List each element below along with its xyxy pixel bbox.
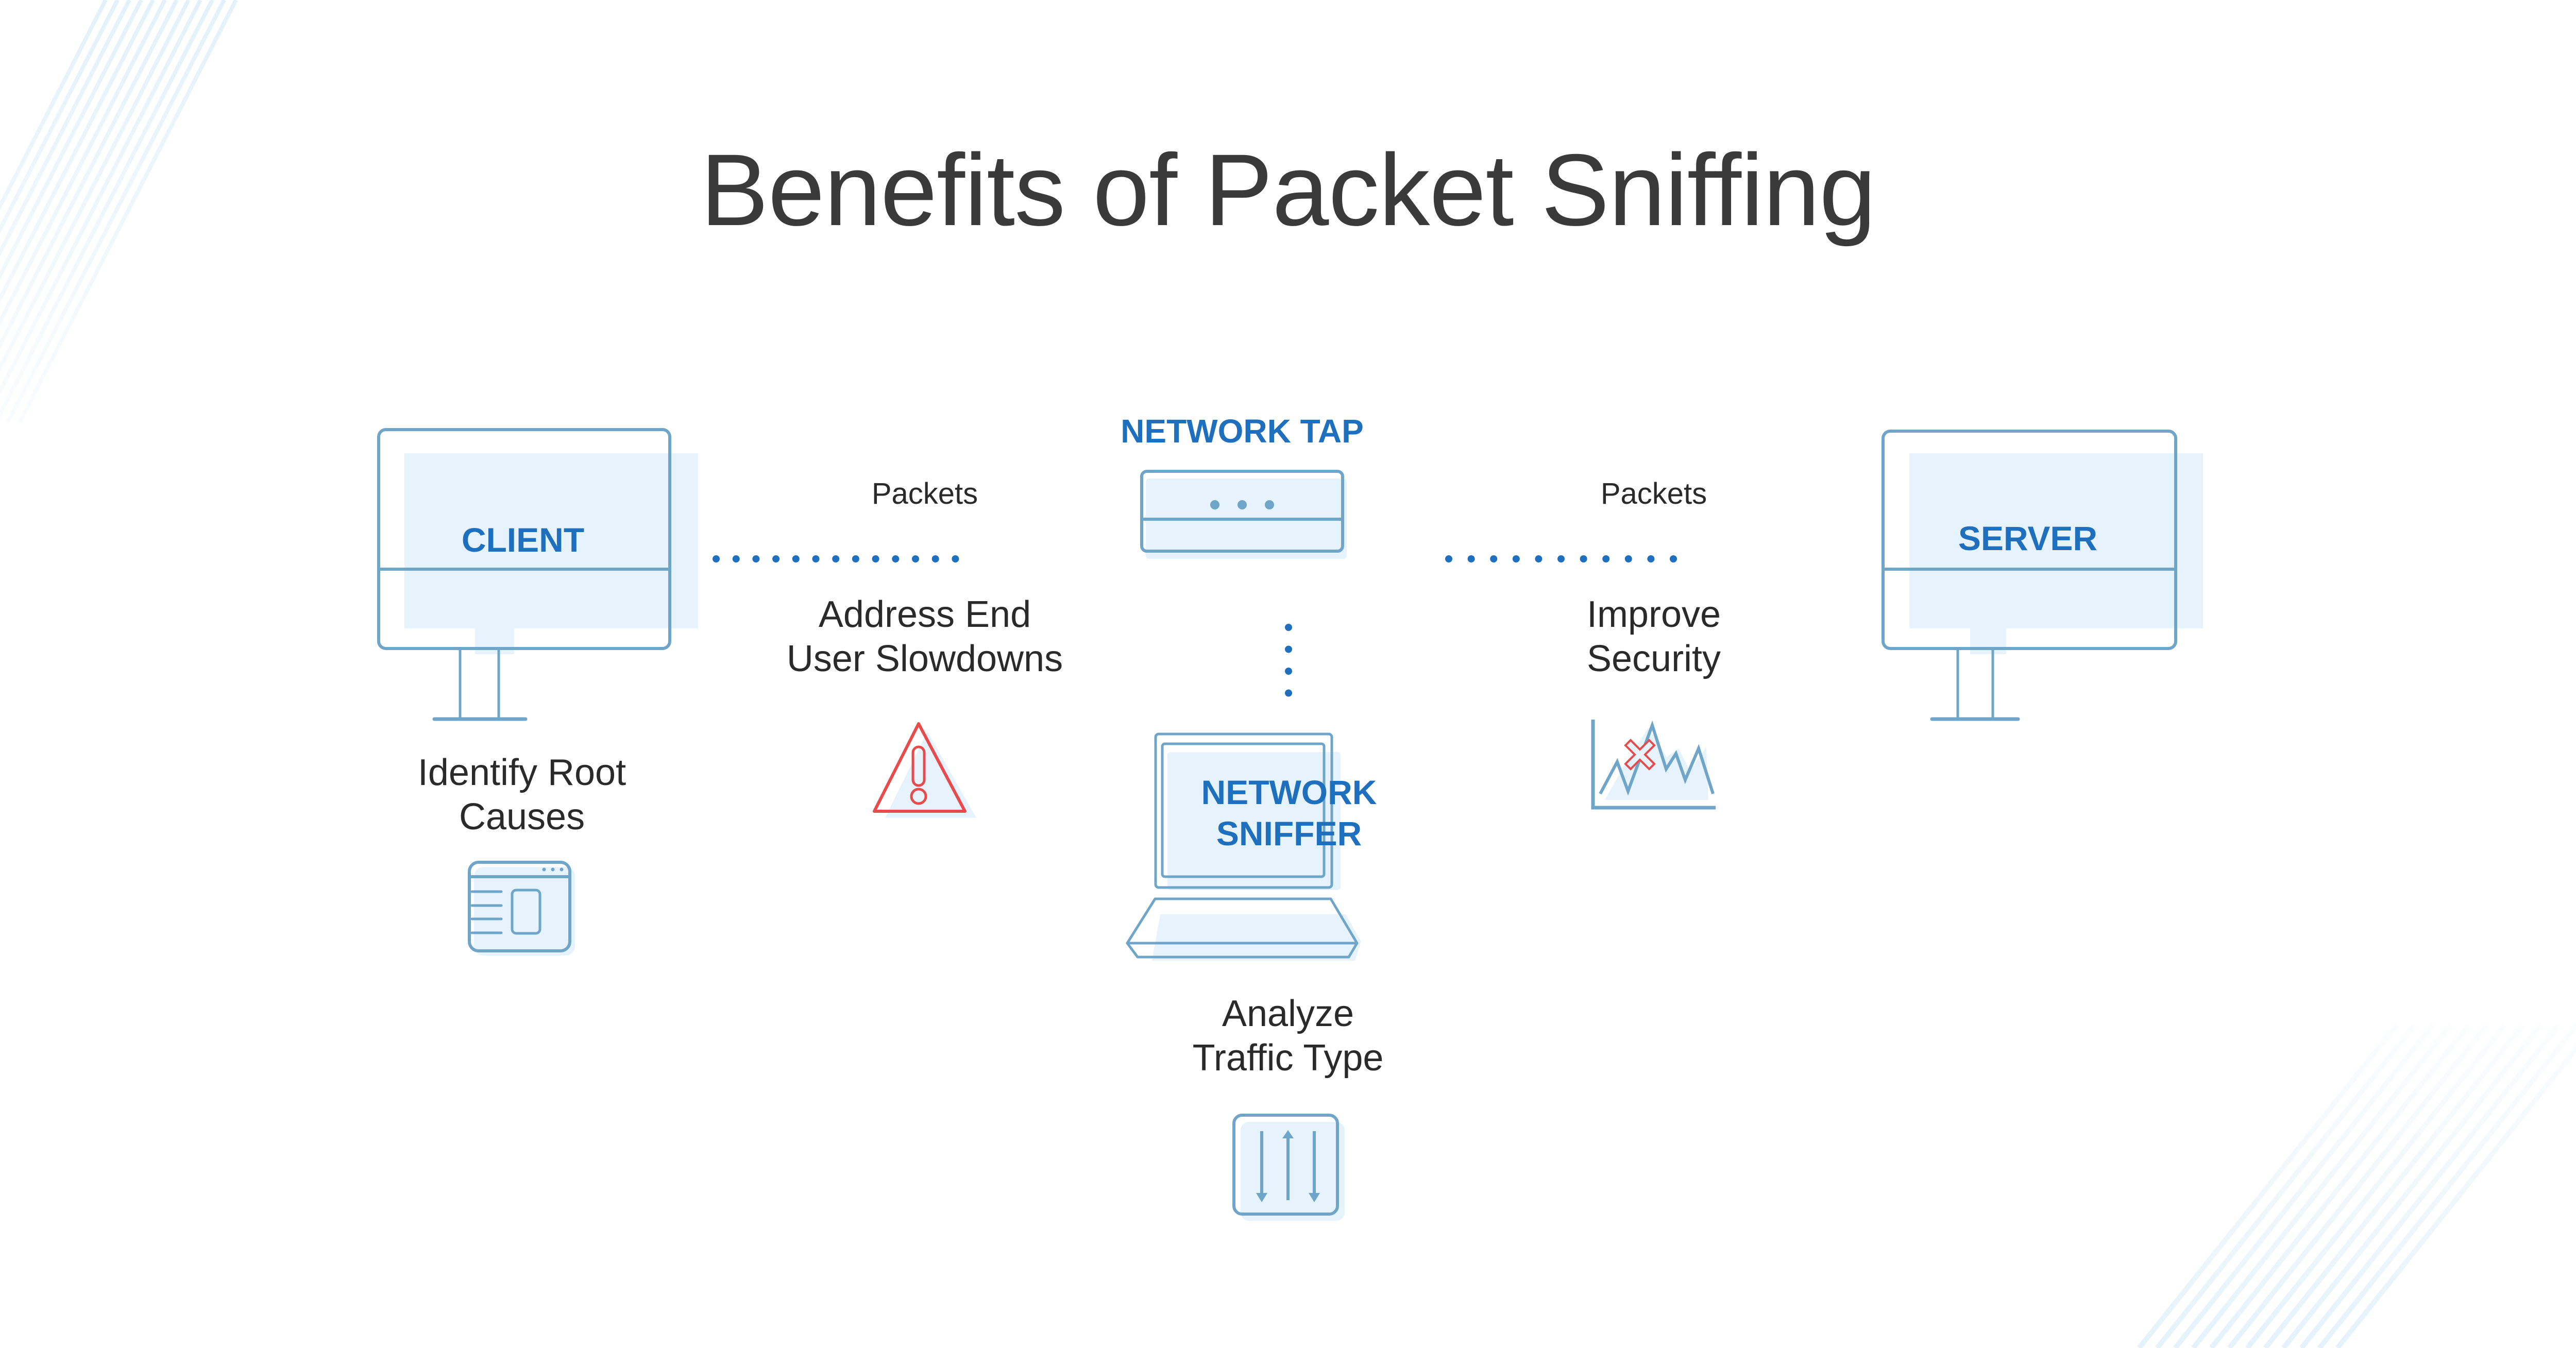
connection-dot	[1490, 555, 1498, 562]
connection-dot	[872, 555, 879, 562]
benefit-traffic-type: Analyze Traffic Type	[1192, 993, 1384, 1079]
warning-triangle-icon	[873, 722, 976, 818]
connection-dot	[1285, 689, 1292, 697]
connection-dot	[912, 555, 919, 562]
connection-tap-sniffer	[1285, 624, 1292, 697]
network-tap-device-icon	[1140, 470, 1347, 559]
connection-dot	[892, 555, 900, 562]
network-sniffer-label: NETWORK SNIFFER	[1201, 773, 1377, 852]
server-monitor-icon	[1882, 430, 2203, 721]
connection-dot	[931, 555, 939, 562]
connection-dot	[1557, 555, 1565, 562]
connection-dot	[952, 555, 959, 562]
connection-client-tap	[713, 555, 959, 562]
connection-dot	[772, 555, 780, 562]
benefit-slowdowns: Address End User Slowdowns	[786, 594, 1063, 679]
diagram-graphics	[377, 428, 2203, 1221]
connection-dot	[1580, 555, 1587, 562]
connection-dot	[852, 555, 859, 562]
connection-dot	[732, 555, 740, 562]
client-label: CLIENT	[461, 521, 585, 559]
up-down-arrows-icon	[1232, 1114, 1345, 1221]
connection-dot	[812, 555, 820, 562]
browser-window-icon	[468, 861, 575, 955]
tap-indicator-light	[1265, 500, 1274, 509]
client-monitor-icon	[377, 428, 698, 721]
connection-dot	[1647, 555, 1655, 562]
connection-dot	[1624, 555, 1632, 562]
connection-dot	[832, 555, 840, 562]
connection-dot	[1602, 555, 1610, 562]
server-label: SERVER	[1958, 519, 2098, 557]
connection-dot	[752, 555, 760, 562]
connection-dot	[1467, 555, 1475, 562]
network-tap-label: NETWORK TAP	[1121, 413, 1364, 450]
connection-dot	[1535, 555, 1543, 562]
benefit-root-causes: Identify Root Causes	[417, 752, 626, 838]
connection-dot	[1670, 555, 1677, 562]
connection-dot	[1285, 645, 1292, 653]
packets-label-left: Packets	[871, 477, 978, 510]
connection-dot	[1512, 555, 1520, 562]
connection-dot	[792, 555, 800, 562]
chart-anomaly-x-icon	[1591, 720, 1716, 810]
diagram-canvas: Benefits of Packet Sniffing CLIENT SERVE…	[0, 0, 2576, 1348]
benefit-security: Improve Security	[1586, 594, 1721, 679]
connection-tap-server	[1445, 555, 1677, 562]
connection-dot	[713, 555, 720, 562]
connection-dot	[1445, 555, 1452, 562]
tap-indicator-light	[1210, 500, 1219, 509]
connection-dot	[1285, 668, 1292, 675]
connection-dot	[1285, 624, 1292, 631]
tap-indicator-light	[1238, 500, 1247, 509]
packets-label-right: Packets	[1600, 477, 1707, 510]
